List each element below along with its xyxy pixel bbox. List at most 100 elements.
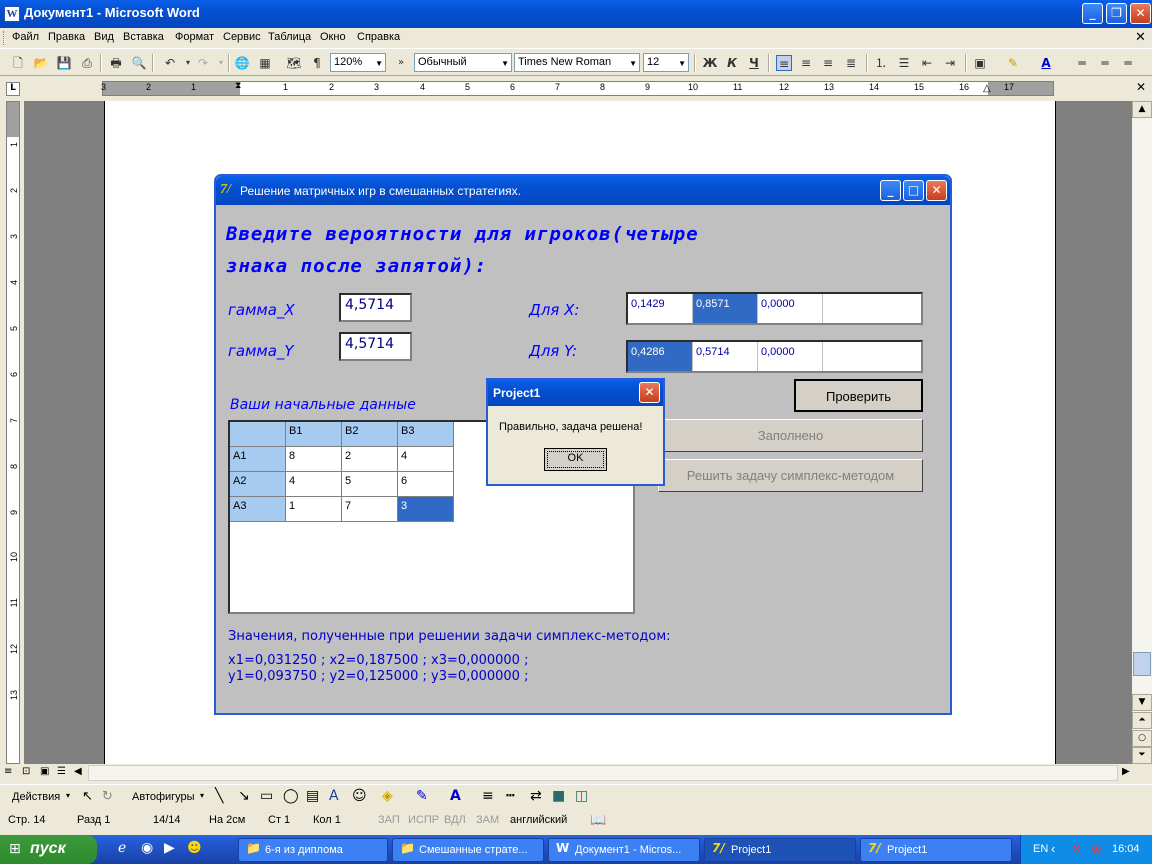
grid-cell-selected[interactable]: 3 (398, 497, 454, 522)
task-project1-a[interactable]: Project1 (704, 838, 856, 862)
web-view-icon[interactable]: ⊡ (22, 766, 30, 777)
spelling-status-icon[interactable]: 📖 (590, 812, 606, 828)
bullet-list-icon[interactable]: ☰ (896, 55, 912, 71)
scroll-right-icon[interactable]: ▶ (1122, 766, 1130, 777)
previous-page-icon[interactable]: ⏶ (1132, 712, 1152, 729)
next-page-icon[interactable]: ⏷ (1132, 747, 1152, 764)
font-color-icon[interactable]: A (1038, 55, 1054, 71)
line-style-icon[interactable]: ═ (1074, 55, 1090, 71)
tab-selector-icon[interactable]: L (6, 82, 20, 96)
tables-icon[interactable]: ▦ (257, 55, 273, 71)
horizontal-ruler[interactable]: 3 2 1 1 2 3 4 5 6 7 8 9 10 11 12 13 14 1… (101, 81, 1054, 96)
status-ovr[interactable]: ЗАМ (476, 814, 499, 826)
grid-cell[interactable]: 7 (342, 497, 398, 522)
gamma-y-input[interactable]: 4,5714 (339, 332, 412, 361)
menu-file[interactable]: Файл (12, 31, 39, 43)
simplex-button[interactable]: Решить задачу симплекс-методом (658, 459, 923, 492)
status-ext[interactable]: ВДЛ (444, 814, 466, 826)
menu-help[interactable]: Справка (357, 31, 400, 43)
font-size-select[interactable]: 12 ▼ (643, 53, 689, 72)
grid-cell[interactable]: 2 (342, 447, 398, 472)
style-select[interactable]: Обычный ▼ (414, 53, 512, 72)
align-left-icon[interactable]: ≡ (776, 55, 792, 71)
increase-indent-icon[interactable]: ⇥ (942, 55, 958, 71)
clipart-icon[interactable]: ☺ (352, 788, 367, 804)
delphi-app-icon[interactable]: 7/ (220, 182, 236, 198)
grid-cell[interactable]: 8 (286, 447, 342, 472)
ie-icon[interactable]: ℯ (118, 840, 126, 856)
rotate-icon[interactable]: ↻ (102, 789, 113, 804)
py-cell[interactable]: 0,0000 (758, 342, 823, 371)
borders-icon[interactable]: ▣ (972, 55, 988, 71)
italic-icon[interactable]: К (724, 55, 740, 71)
line-icon[interactable]: ╲ (215, 788, 223, 804)
redo-dropdown-icon[interactable]: ▾ (213, 55, 229, 71)
rectangle-icon[interactable]: ▭ (260, 788, 273, 804)
py-cell[interactable]: 0,4286 (628, 342, 693, 371)
tray-expand-icon[interactable]: ‹ (1051, 841, 1055, 856)
print-icon[interactable]: 🖶 (108, 55, 124, 71)
px-cell[interactable]: 0,8571 (693, 294, 758, 323)
scroll-left-icon[interactable]: ◀ (74, 766, 82, 777)
app-minimize-button[interactable]: _ (880, 180, 901, 201)
justify-icon[interactable]: ≣ (843, 55, 859, 71)
menu-table[interactable]: Таблица (268, 31, 311, 43)
normal-view-icon[interactable]: ≡ (4, 766, 12, 777)
menu-insert[interactable]: Вставка (123, 31, 164, 43)
line-color-icon[interactable]: ✎ (416, 788, 428, 804)
hyperlink-icon[interactable]: 🌐 (234, 55, 250, 71)
scroll-up-icon[interactable]: ▲ (1132, 101, 1152, 118)
fill-color-icon[interactable]: ◈ (382, 788, 393, 804)
new-document-icon[interactable]: 🗋 (10, 55, 26, 71)
align-right-icon[interactable]: ≡ (820, 55, 836, 71)
arrow-style-icon[interactable]: ⇄ (530, 788, 542, 804)
zoom-select[interactable]: 120% ▼ (330, 53, 386, 72)
select-browse-object-icon[interactable]: ○ (1132, 730, 1152, 747)
line-style-icon[interactable]: ≡ (482, 788, 494, 804)
dash-style-icon[interactable]: ┅ (506, 788, 514, 804)
chevron-down-icon[interactable]: ▾ (200, 791, 204, 800)
app-maximize-button[interactable]: □ (903, 180, 924, 201)
probabilities-y-grid[interactable]: 0,4286 0,5714 0,0000 (626, 340, 923, 373)
bold-icon[interactable]: Ж (702, 55, 718, 71)
menu-edit[interactable]: Правка (48, 31, 85, 43)
messenger-icon[interactable]: ☻ (187, 840, 202, 856)
indent-marker-icon[interactable]: ⧗ (235, 81, 241, 91)
horizontal-scrollbar[interactable] (88, 765, 1118, 781)
security-icon[interactable]: ⊗ (1091, 841, 1102, 857)
dialog-close-button[interactable]: ✕ (639, 382, 660, 403)
redo-icon[interactable]: ↷ (195, 55, 211, 71)
right-indent-marker-icon[interactable]: △ (983, 83, 991, 94)
grid-cell[interactable]: 4 (286, 472, 342, 497)
decrease-indent-icon[interactable]: ⇤ (919, 55, 935, 71)
menu-window[interactable]: Окно (320, 31, 346, 43)
show-formatting-icon[interactable]: ¶ (309, 55, 325, 71)
grid-cell[interactable]: 4 (398, 447, 454, 472)
undo-icon[interactable]: ↶ (162, 55, 178, 71)
font-select[interactable]: Times New Roman ▼ (514, 53, 640, 72)
font-color-icon[interactable]: A (450, 788, 461, 804)
task-project1-b[interactable]: Project1 (860, 838, 1012, 862)
oval-icon[interactable]: ◯ (283, 788, 299, 804)
menu-view[interactable]: Вид (94, 31, 114, 43)
grid-cell[interactable]: 5 (342, 472, 398, 497)
print-view-icon[interactable]: ▣ (40, 766, 49, 777)
align-center-icon[interactable]: ≡ (798, 55, 814, 71)
menu-format[interactable]: Формат (175, 31, 214, 43)
doc-close-icon[interactable]: ✕ (1135, 30, 1146, 45)
highlight-icon[interactable]: ✎ (1005, 55, 1021, 71)
underline-icon[interactable]: Ч (746, 55, 762, 71)
minimize-button[interactable]: _ (1082, 3, 1103, 24)
line-style-icon[interactable]: ═ (1097, 55, 1113, 71)
scroll-down-icon[interactable]: ▼ (1132, 694, 1152, 711)
actions-menu[interactable]: Действия (12, 791, 60, 803)
word-app-icon[interactable]: W (4, 6, 20, 22)
save-icon[interactable]: 💾 (56, 55, 72, 71)
close-ruler-icon[interactable]: ✕ (1136, 80, 1146, 94)
document-map-icon[interactable]: 🗺 (286, 55, 302, 71)
shadow-icon[interactable]: ■ (552, 788, 565, 804)
gamma-x-input[interactable]: 4,5714 (339, 293, 412, 322)
antivirus-icon[interactable]: ✕ (1071, 841, 1082, 857)
open-folder-icon[interactable]: 📂 (33, 55, 49, 71)
print-preview-icon[interactable]: 🔍 (131, 55, 147, 71)
